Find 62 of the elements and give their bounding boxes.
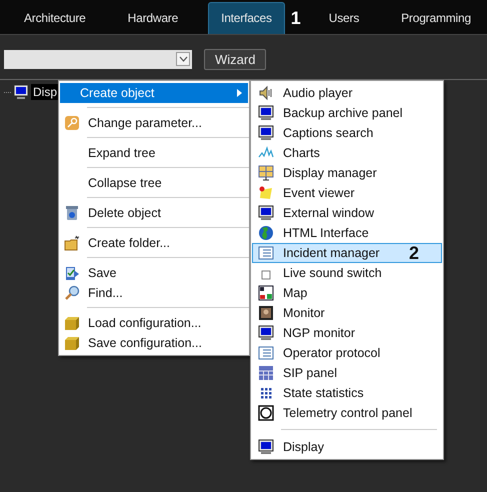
keypad-icon (258, 365, 274, 381)
monitor-icon (13, 84, 29, 100)
menu-item[interactable]: External window (252, 203, 442, 223)
menu-item[interactable]: Charts (252, 143, 442, 163)
menu-item[interactable]: Create object (60, 83, 248, 103)
dropdown[interactable] (4, 50, 192, 68)
tab[interactable]: Programming (389, 3, 483, 34)
tab[interactable]: Interfaces (208, 2, 285, 34)
speaker-icon (258, 85, 274, 101)
document-check-icon (64, 265, 80, 281)
monitor-icon (258, 325, 274, 341)
menu-item[interactable]: Backup archive panel (252, 103, 442, 123)
menu-item[interactable]: Event viewer (252, 183, 442, 203)
box-icon (64, 335, 80, 351)
menu-item[interactable]: Collapse tree (60, 173, 248, 193)
menu-item[interactable]: Save configuration... (60, 333, 248, 353)
recycle-bin-icon (64, 205, 80, 221)
monitor-icon (258, 439, 274, 455)
menu-item[interactable]: Delete object (60, 203, 248, 223)
tab[interactable]: Hardware (116, 3, 190, 34)
tab[interactable]: Users (316, 3, 372, 34)
menu-item[interactable]: Load configuration... (60, 313, 248, 333)
menu-item[interactable]: Create folder... (60, 233, 248, 253)
target-frame-icon (258, 405, 274, 421)
menu-item[interactable]: Audio player (252, 83, 442, 103)
menu-item[interactable]: Map (252, 283, 442, 303)
grid-icon (258, 385, 274, 401)
map-icon (258, 285, 274, 301)
menu-item[interactable]: Display (252, 437, 442, 457)
monitor-icon (258, 125, 274, 141)
menu-item[interactable]: Monitor (252, 303, 442, 323)
menu-item[interactable]: Incident manager 2 (252, 243, 442, 263)
menu-item[interactable]: Operator protocol (252, 343, 442, 363)
menu-item[interactable]: Find... (60, 283, 248, 303)
callout-number: 2 (408, 242, 419, 264)
menu-item[interactable]: State statistics (252, 383, 442, 403)
list-icon (258, 245, 274, 261)
menu-item[interactable]: Change parameter... (60, 113, 248, 133)
menu-item[interactable]: NGP monitor (252, 323, 442, 343)
key-icon (64, 115, 80, 131)
monitor-icon (258, 205, 274, 221)
menu-item[interactable]: SIP panel (252, 363, 442, 383)
tab[interactable]: Architecture (12, 3, 98, 34)
list-icon (258, 345, 274, 361)
folder-icon (64, 235, 80, 251)
menu-item[interactable]: Live sound switch (252, 263, 442, 283)
wizard-button[interactable]: Wizard (204, 48, 266, 70)
search-icon (64, 285, 80, 301)
menu-item[interactable]: Display manager (252, 163, 442, 183)
menu-item[interactable]: Captions search (252, 123, 442, 143)
tree-item[interactable]: Disp (31, 84, 60, 100)
note-icon (258, 185, 274, 201)
callout-number: 1 (290, 7, 301, 30)
menu-item[interactable]: HTML Interface (252, 223, 442, 243)
monitor-icon (258, 305, 274, 321)
monitor-icon (258, 105, 274, 121)
screen-grid-icon (258, 165, 274, 181)
box-icon (64, 315, 80, 331)
globe-icon (258, 225, 274, 241)
menu-item[interactable]: Telemetry control panel (252, 403, 442, 423)
menu-item[interactable]: Expand tree (60, 143, 248, 163)
menu-item[interactable]: Save (60, 263, 248, 283)
